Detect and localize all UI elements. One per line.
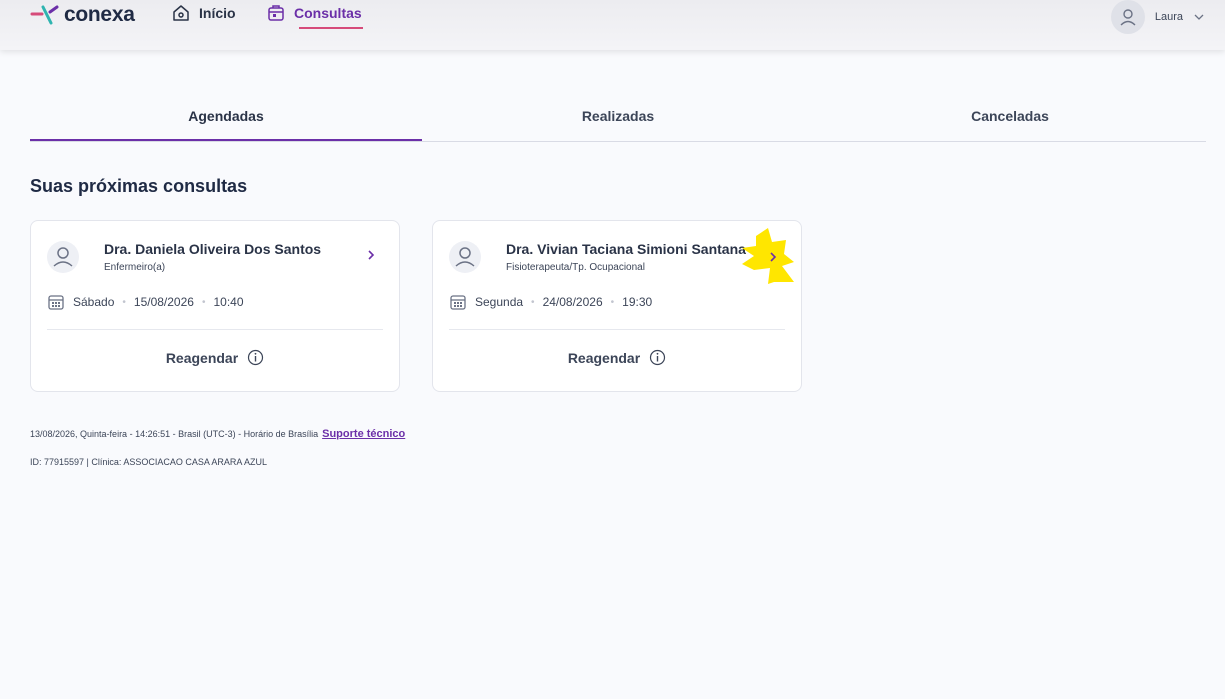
nav-consultas-label: Consultas <box>294 5 362 21</box>
highlight-marker <box>742 228 794 284</box>
footer-id: ID: 77915597 | Clínica: ASSOCIACAO CASA … <box>30 457 267 467</box>
info-icon[interactable] <box>247 349 264 366</box>
user-menu[interactable]: Laura <box>1110 0 1205 34</box>
doctor-avatar-icon <box>47 241 79 273</box>
appointment-date: 24/08/2026 <box>542 295 603 309</box>
appointment-time: 10:40 <box>213 295 244 309</box>
reschedule-label: Reagendar <box>567 349 641 366</box>
appointment-datetime: Segunda • 24/08/2026 • 19:30 <box>449 293 652 311</box>
divider <box>449 329 785 330</box>
tab-canceladas[interactable]: Canceladas <box>814 100 1206 140</box>
appointment-weekday: Segunda <box>475 295 524 309</box>
reschedule-button[interactable]: Reagendar <box>433 349 801 366</box>
calendar-bag-icon <box>268 5 284 21</box>
doctor-name: Dra. Daniela Oliveira Dos Santos <box>104 241 322 257</box>
doctor-specialty: Enfermeiro(a) <box>104 262 166 273</box>
timestamp-text: 13/08/2026, Quinta-feira - 14:26:51 - Br… <box>30 429 319 439</box>
divider <box>47 329 383 330</box>
user-icon <box>1120 9 1136 26</box>
active-nav-indicator <box>299 27 363 29</box>
appointment-weekday: Sábado <box>73 295 115 309</box>
appointment-date: 15/08/2026 <box>133 295 194 309</box>
appointment-datetime: Sábado • 15/08/2026 • 10:40 <box>47 293 244 311</box>
home-icon <box>173 5 189 21</box>
separator-dot: • <box>531 296 535 308</box>
chevron-down-icon <box>1194 14 1204 20</box>
calendar-icon <box>450 295 466 310</box>
doctor-name: Dra. Vivian Taciana Simioni Santana <box>506 241 746 257</box>
nav-consultas[interactable]: Consultas <box>267 4 363 29</box>
reschedule-button[interactable]: Reagendar <box>31 349 399 366</box>
conexa-logo[interactable]: conexa <box>30 3 135 27</box>
top-navigation-bar: conexa Início Consultas Laura <box>0 0 1225 50</box>
info-icon[interactable] <box>649 349 666 366</box>
calendar-icon <box>48 295 64 310</box>
appointment-tabs: Agendadas Realizadas Canceladas <box>30 100 1206 142</box>
doctor-specialty: Fisioterapeuta/Tp. Ocupacional <box>506 262 645 273</box>
user-name: Laura <box>1154 11 1183 23</box>
separator-dot: • <box>610 296 615 308</box>
brand-name: conexa <box>64 3 135 26</box>
appointment-card: Dra. Daniela Oliveira Dos Santos Enferme… <box>30 220 400 392</box>
doctor-avatar-icon <box>449 241 481 273</box>
chevron-right-icon[interactable] <box>363 247 379 263</box>
tab-agendadas[interactable]: Agendadas <box>30 100 422 141</box>
support-link[interactable]: Suporte técnico <box>322 428 405 440</box>
nav-home[interactable]: Início <box>172 4 236 22</box>
reschedule-label: Reagendar <box>165 349 239 366</box>
page-title: Suas próximas consultas <box>30 176 248 196</box>
separator-dot: • <box>122 296 126 308</box>
appointment-time: 19:30 <box>622 295 653 309</box>
conexa-logo-icon <box>30 5 59 25</box>
footer-timestamp: 13/08/2026, Quinta-feira - 14:26:51 - Br… <box>30 428 405 440</box>
tab-realizadas[interactable]: Realizadas <box>422 100 814 140</box>
separator-dot: • <box>201 296 206 308</box>
nav-home-label: Início <box>199 5 236 21</box>
avatar <box>1110 0 1145 34</box>
